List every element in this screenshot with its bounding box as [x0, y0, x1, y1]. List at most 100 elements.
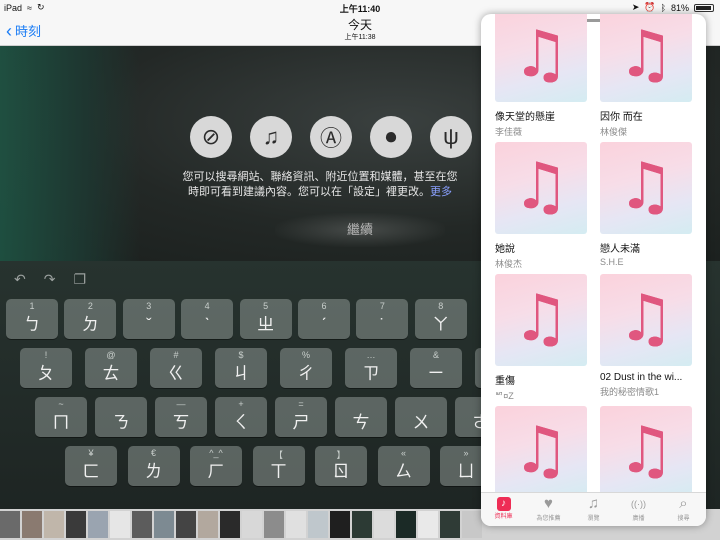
key-row3-5[interactable]: ㄘ — [335, 397, 387, 437]
album-title: 02 Dust in the wi... — [600, 372, 683, 383]
key-row4-4[interactable]: 】ㄖ — [315, 446, 367, 486]
screenshot-thumbnail[interactable] — [22, 511, 42, 538]
screenshot-thumbnail[interactable] — [308, 511, 328, 538]
album-artist: 林俊傑 — [600, 127, 628, 137]
key-symbol: 1 — [29, 301, 35, 311]
key-label: ㄙ — [395, 462, 412, 481]
screenshot-thumbnail[interactable] — [88, 511, 108, 538]
key-row4-2[interactable]: ^_^ ㄏ — [190, 446, 242, 486]
key-symbol: % — [301, 350, 310, 360]
tab-search[interactable]: ⌕ 搜尋 — [661, 493, 706, 526]
tab-radio[interactable]: ((·)) 廣播 — [616, 493, 661, 526]
screenshot-thumbnail[interactable] — [110, 511, 130, 538]
undo-icon[interactable]: ↶ — [14, 271, 26, 288]
album-card[interactable]: ♫ 02 Dust in the wi... 我的秘密情歌1 — [600, 274, 692, 398]
screenshot-thumbnail[interactable] — [396, 511, 416, 538]
album-card[interactable]: ♫ 她說 林俊杰 — [495, 142, 587, 270]
key-label: ㄋ — [112, 413, 130, 432]
screenshot-thumbnail[interactable] — [66, 511, 86, 538]
key-row1-6[interactable]: 7 ˙ — [356, 299, 409, 339]
screenshot-thumbnail[interactable] — [132, 511, 152, 538]
album-artwork: ♫ — [495, 274, 587, 366]
key-row1-7[interactable]: 8ㄚ — [414, 299, 467, 339]
redo-icon[interactable]: ↷ — [44, 271, 56, 288]
key-row1-5[interactable]: 6ˊ — [298, 299, 350, 339]
album-card[interactable]: ♫ 重傷 ᄢ¤Z — [495, 274, 587, 402]
screenshot-thumbnail[interactable] — [374, 511, 394, 538]
music-note-icon: ♫ — [512, 18, 570, 92]
key-symbol: # — [173, 350, 179, 360]
key-row4-5[interactable]: «ㄙ — [377, 446, 430, 486]
key-label: ˙ — [379, 315, 386, 334]
key-row2-4[interactable]: % ㄔ — [280, 348, 332, 388]
album-artwork: ♫ — [600, 142, 692, 234]
app-store-icon: Ⓐ — [310, 116, 352, 158]
key-row2-2[interactable]: # ㄍ — [150, 348, 202, 388]
tab-library[interactable]: ♪ 資料庫 — [481, 493, 526, 526]
screenshot-thumbnail[interactable] — [44, 511, 64, 538]
album-card[interactable]: ♫ 因你 而在 林俊傑 — [600, 14, 692, 138]
key-row1-2[interactable]: 3ˇ — [122, 299, 175, 339]
key-row4-0[interactable]: ¥ ㄈ — [65, 446, 117, 486]
key-row3-2[interactable]: — ㄎ — [155, 397, 207, 437]
key-label: ㄨ — [412, 413, 430, 432]
album-card[interactable]: ♫ 像天堂的懸崖 李佳薇 — [495, 14, 587, 138]
key-label: ㄆ — [37, 364, 55, 383]
key-row2-1[interactable]: @ ㄊ — [85, 348, 137, 388]
more-link[interactable]: 更多 — [430, 186, 452, 198]
description-line-1: 您可以搜尋網站、聯絡資訊、附近位置和媒體，甚至在您 — [182, 171, 458, 183]
paste-icon[interactable]: ❐ — [73, 271, 86, 288]
key-row3-3[interactable]: + ㄑ — [215, 397, 267, 437]
screenshot-thumbnail[interactable] — [264, 511, 284, 538]
album-card[interactable]: ♫ — [600, 406, 692, 498]
key-label: ㄕ — [292, 413, 310, 432]
screenshot-thumbnail[interactable] — [352, 511, 372, 538]
screenshot-thumbnail[interactable] — [154, 511, 174, 538]
key-row4-3[interactable]: 【ㄒ — [252, 446, 305, 486]
screenshot-thumbnail[interactable] — [418, 511, 438, 538]
compass-icon: ⊘ — [190, 116, 232, 158]
key-label: ˇ — [145, 315, 152, 334]
key-row1-1[interactable]: 2ㄉ — [64, 299, 117, 339]
screenshot-thumbnail[interactable] — [440, 511, 460, 538]
key-row1-0[interactable]: 1ㄅ — [6, 299, 58, 339]
key-row1-4[interactable]: 5ㄓ — [239, 299, 292, 339]
album-title: 戀人未滿 — [600, 244, 640, 255]
screenshot-thumbnail[interactable] — [286, 511, 306, 538]
key-label: ˊ — [321, 315, 327, 334]
screenshot-thumbnail[interactable] — [330, 511, 350, 538]
screenshot-thumbnail[interactable] — [220, 511, 240, 538]
key-row3-0[interactable]: ~ ㄇ — [35, 397, 87, 437]
key-row3-6[interactable]: ㄨ — [395, 397, 447, 437]
key-row3-1[interactable]: ㄋ — [95, 397, 147, 437]
continue-button[interactable]: 繼續 — [275, 213, 445, 247]
key-row3-4[interactable]: = ㄕ — [275, 397, 327, 437]
key-symbol: 8 — [438, 301, 444, 311]
restaurant-icon: ψ — [430, 116, 472, 158]
screenshot-thumbnail[interactable] — [176, 511, 196, 538]
key-row2-3[interactable]: $ ㄐ — [215, 348, 267, 388]
for-you-icon: ♥ — [544, 495, 553, 512]
key-row2-6[interactable]: & ㄧ — [410, 348, 462, 388]
album-card[interactable]: ♫ 戀人未滿 S.H.E — [600, 142, 692, 267]
album-title: 她說 — [495, 244, 515, 255]
suggestions-description: 您可以搜尋網站、聯絡資訊、附近位置和媒體，甚至在您 時即可看到建議內容。您可以在… — [160, 170, 480, 200]
album-artwork: ♫ — [495, 142, 587, 234]
album-artist: ᄢ¤Z — [495, 391, 514, 401]
album-card[interactable]: ♫ — [495, 406, 587, 498]
tab-for-you[interactable]: ♥ 為您推薦 — [526, 493, 571, 526]
screenshot-thumbnail[interactable] — [242, 511, 262, 538]
key-row1-3[interactable]: 4ˋ — [181, 299, 234, 339]
key-row2-5[interactable]: … ㄗ — [345, 348, 397, 388]
battery-percent: 81% — [670, 2, 689, 13]
key-row4-1[interactable]: € ㄌ — [127, 446, 180, 486]
tab-browse[interactable]: ♫ 瀏覽 — [571, 493, 616, 526]
album-artwork: ♫ — [600, 274, 692, 366]
key-symbol: 】 — [336, 450, 346, 460]
key-label: ㄅ — [23, 315, 41, 334]
key-row2-0[interactable]: ! ㄆ — [20, 348, 72, 388]
screenshot-thumbnail[interactable] — [0, 511, 20, 538]
screenshot-thumbnail[interactable] — [462, 511, 482, 538]
screenshot-thumbnail[interactable] — [198, 511, 218, 538]
key-label: ㄉ — [81, 315, 99, 334]
